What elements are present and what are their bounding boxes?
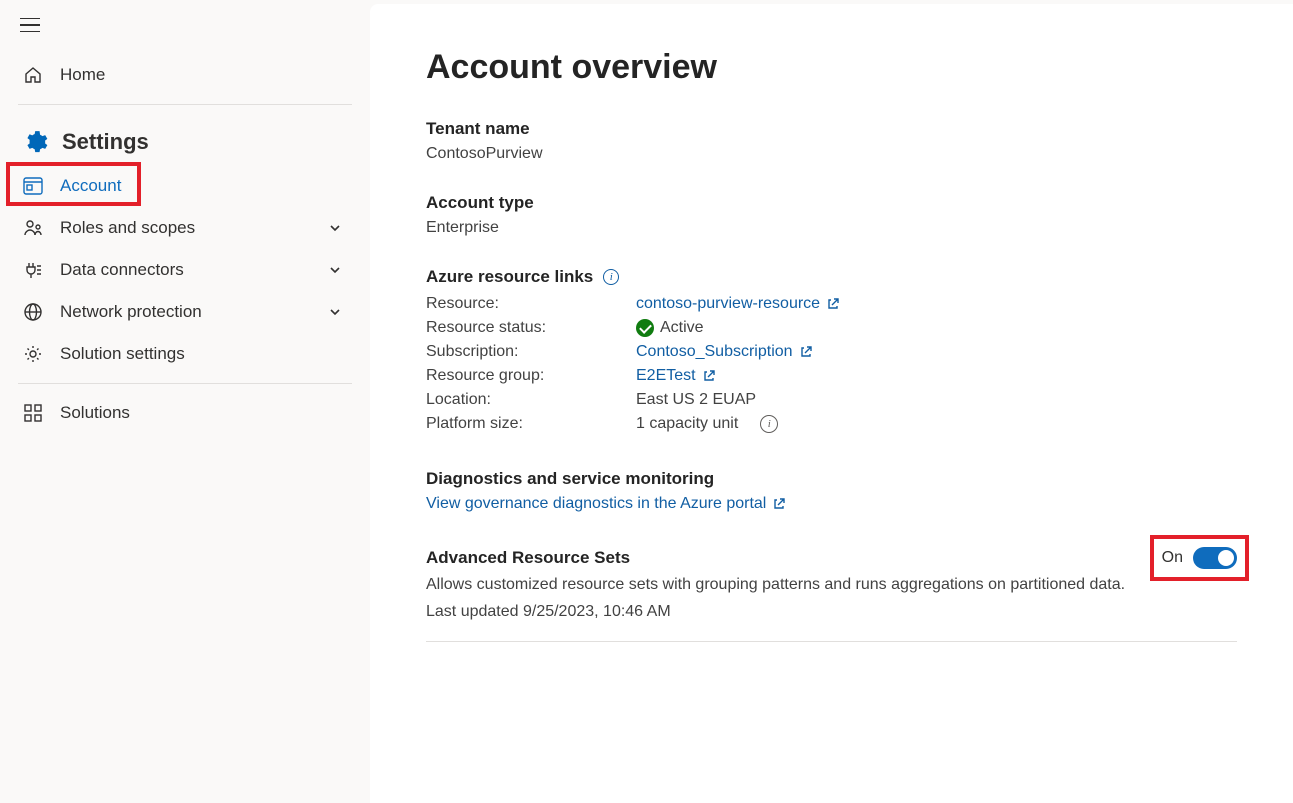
sidebar-item-label: Solution settings xyxy=(60,344,185,364)
ars-toggle[interactable] xyxy=(1193,547,1237,569)
gear-icon xyxy=(22,129,48,155)
location-key: Location: xyxy=(426,391,636,409)
external-link-icon xyxy=(799,345,813,359)
row-subscription: Subscription: Contoso_Subscription xyxy=(426,343,1237,361)
subscription-link[interactable]: Contoso_Subscription xyxy=(636,343,813,361)
resource-link[interactable]: contoso-purview-resource xyxy=(636,295,840,313)
sidebar-item-label: Solutions xyxy=(60,403,130,423)
ars-toggle-label: On xyxy=(1162,549,1183,567)
subscription-key: Subscription: xyxy=(426,343,636,361)
status-key: Resource status: xyxy=(426,319,636,337)
row-platform-size: Platform size: 1 capacity unit i xyxy=(426,415,1237,433)
settings-header-label: Settings xyxy=(62,129,149,155)
sidebar-item-solutions[interactable]: Solutions xyxy=(18,392,352,434)
main-content: Account overview Tenant name ContosoPurv… xyxy=(370,4,1293,803)
chevron-down-icon xyxy=(328,221,342,235)
location-value: East US 2 EUAP xyxy=(636,391,756,409)
home-icon xyxy=(22,64,44,86)
roles-icon xyxy=(22,217,44,239)
sidebar-item-data-connectors[interactable]: Data connectors xyxy=(18,249,352,291)
tenant-name-label: Tenant name xyxy=(426,119,1237,139)
sidebar-item-label: Network protection xyxy=(60,302,202,322)
diagnostics-link[interactable]: View governance diagnostics in the Azure… xyxy=(426,495,786,513)
sidebar-item-roles[interactable]: Roles and scopes xyxy=(18,207,352,249)
external-link-icon xyxy=(772,497,786,511)
row-resource-group: Resource group: E2ETest xyxy=(426,367,1237,385)
globe-icon xyxy=(22,301,44,323)
hamburger-menu-icon[interactable] xyxy=(20,14,42,36)
resource-key: Resource: xyxy=(426,295,636,313)
divider xyxy=(18,104,352,105)
external-link-icon xyxy=(826,297,840,311)
sidebar: Home Settings Account xyxy=(0,0,370,803)
sidebar-item-home[interactable]: Home xyxy=(18,54,352,96)
plug-icon xyxy=(22,259,44,281)
chevron-down-icon xyxy=(328,263,342,277)
status-value: Active xyxy=(660,319,704,337)
external-link-icon xyxy=(702,369,716,383)
sidebar-item-solution-settings[interactable]: Solution settings xyxy=(18,333,352,375)
row-resource: Resource: contoso-purview-resource xyxy=(426,295,1237,313)
ars-last-updated: Last updated 9/25/2023, 10:46 AM xyxy=(426,600,1237,623)
account-type-label: Account type xyxy=(426,193,1237,213)
settings-header: Settings xyxy=(18,113,352,165)
diagnostics-header: Diagnostics and service monitoring xyxy=(426,469,1237,489)
ars-toggle-group: On xyxy=(1162,547,1237,569)
platform-key: Platform size: xyxy=(426,415,636,433)
row-location: Location: East US 2 EUAP xyxy=(426,391,1237,409)
platform-value: 1 capacity unit xyxy=(636,415,738,433)
divider xyxy=(426,641,1237,642)
sidebar-item-account[interactable]: Account xyxy=(18,165,352,207)
account-type-value: Enterprise xyxy=(426,219,1237,237)
sidebar-item-label: Home xyxy=(60,65,105,85)
info-icon[interactable]: i xyxy=(603,269,619,285)
azure-links-header: Azure resource links xyxy=(426,267,593,287)
sidebar-item-network-protection[interactable]: Network protection xyxy=(18,291,352,333)
divider xyxy=(18,383,352,384)
page-title: Account overview xyxy=(426,48,1237,87)
tenant-name-value: ContosoPurview xyxy=(426,145,1237,163)
account-card-icon xyxy=(22,175,44,197)
status-check-icon xyxy=(636,319,654,337)
link-text: contoso-purview-resource xyxy=(636,295,820,313)
sidebar-item-label: Roles and scopes xyxy=(60,218,195,238)
link-text: Contoso_Subscription xyxy=(636,343,793,361)
link-text: E2ETest xyxy=(636,367,696,385)
link-text: View governance diagnostics in the Azure… xyxy=(426,495,766,513)
sidebar-item-label: Data connectors xyxy=(60,260,184,280)
gear-outline-icon xyxy=(22,343,44,365)
ars-description: Allows customized resource sets with gro… xyxy=(426,573,1237,596)
info-icon[interactable]: i xyxy=(760,415,778,433)
chevron-down-icon xyxy=(328,305,342,319)
rg-link[interactable]: E2ETest xyxy=(636,367,716,385)
row-resource-status: Resource status: Active xyxy=(426,319,1237,337)
grid-icon xyxy=(22,402,44,424)
sidebar-item-label: Account xyxy=(60,176,121,196)
ars-header: Advanced Resource Sets xyxy=(426,548,630,568)
rg-key: Resource group: xyxy=(426,367,636,385)
